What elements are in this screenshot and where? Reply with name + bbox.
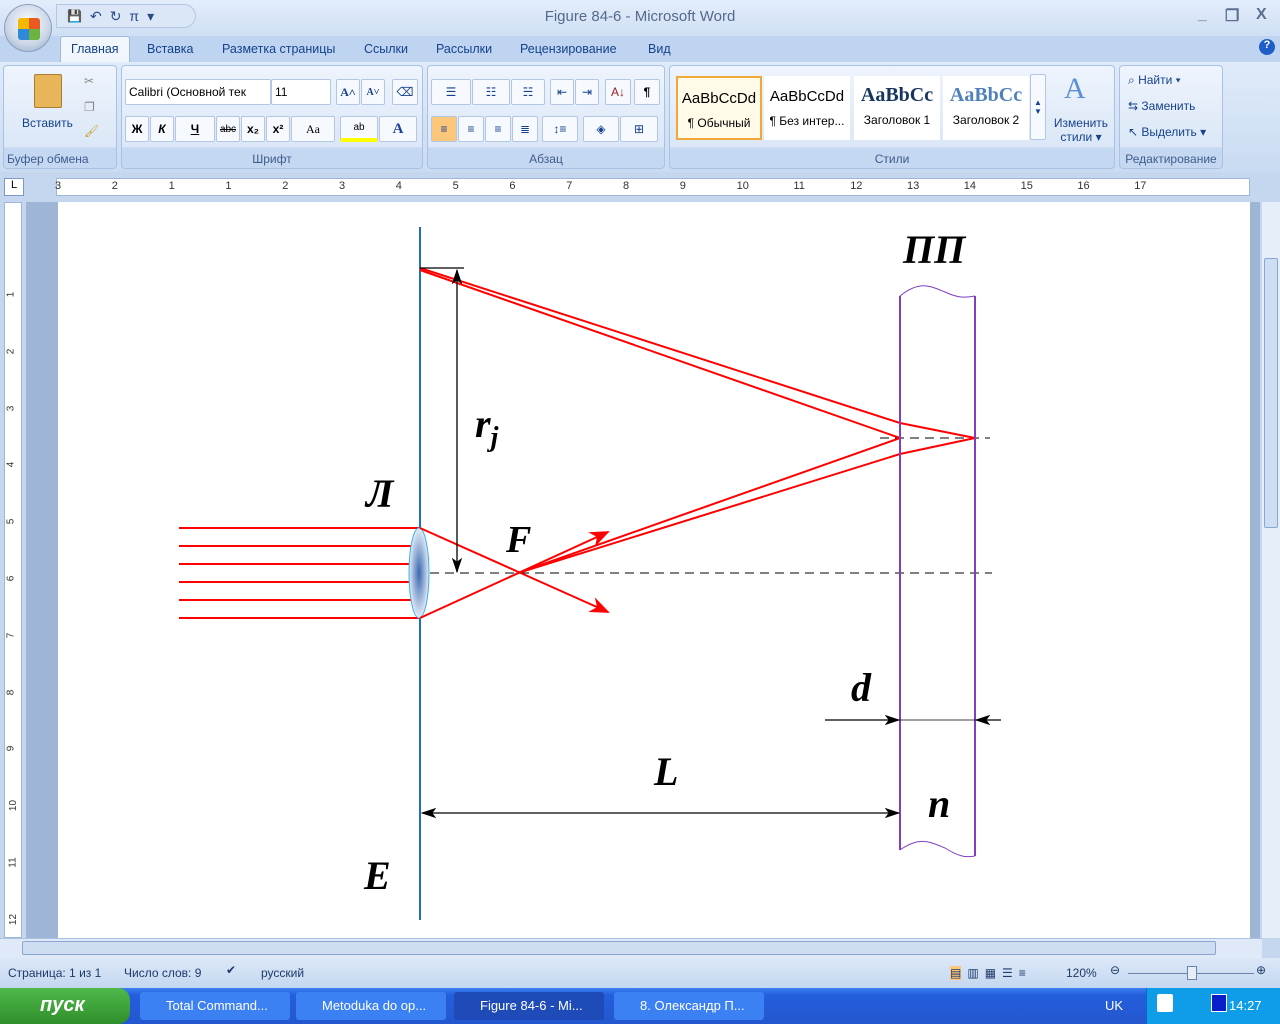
- tray-media-icon[interactable]: [1211, 994, 1227, 1012]
- zoom-out-icon[interactable]: ⊖: [1110, 963, 1120, 977]
- plane-label: E: [364, 853, 391, 898]
- focus-label: F: [506, 519, 532, 561]
- office-logo-icon: [18, 18, 40, 40]
- web-view-icon[interactable]: ▦: [985, 966, 996, 980]
- screen-label: ПП: [903, 227, 966, 272]
- lens: [408, 527, 430, 619]
- thickness-label: d: [851, 665, 871, 710]
- task-oleksandr[interactable]: 8. Олександр П...: [614, 992, 764, 1020]
- input-language[interactable]: UK: [1105, 998, 1123, 1013]
- plate: [899, 285, 976, 858]
- taskbar: пуск Total Command... Metoduka do op... …: [0, 988, 1280, 1024]
- status-bar: Страница: 1 из 1 Число слов: 9 ✔ русский…: [0, 958, 1280, 988]
- language[interactable]: русский: [261, 966, 304, 980]
- draft-view-icon[interactable]: ≡: [1019, 966, 1026, 980]
- task-figure-word[interactable]: Figure 84-6 - Mi...: [454, 992, 604, 1020]
- tray-app-icon[interactable]: [1157, 994, 1173, 1012]
- zoom-in-icon[interactable]: ⊕: [1256, 963, 1266, 977]
- radius-label: rj: [475, 401, 499, 453]
- system-tray: 14:27: [1146, 988, 1280, 1024]
- optics-diagram: [179, 227, 1001, 920]
- word-count[interactable]: Число слов: 9: [124, 966, 201, 980]
- lens-label: Л: [366, 471, 394, 516]
- incident-rays: [179, 527, 420, 619]
- distance-label: L: [654, 749, 679, 794]
- proofing-icon[interactable]: ✔: [226, 963, 236, 977]
- index-label: n: [928, 781, 951, 826]
- vertical-scroll-thumb[interactable]: [1264, 258, 1278, 528]
- zoom-slider-thumb[interactable]: [1187, 966, 1197, 980]
- horizontal-scrollbar[interactable]: [0, 938, 1262, 958]
- horizontal-scroll-thumb[interactable]: [22, 941, 1216, 955]
- page-count[interactable]: Страница: 1 из 1: [8, 966, 101, 980]
- vertical-scrollbar[interactable]: [1262, 202, 1280, 938]
- clock: 14:27: [1229, 998, 1262, 1013]
- task-metoduka[interactable]: Metoduka do op...: [296, 992, 446, 1020]
- office-button[interactable]: [4, 4, 52, 52]
- zoom-level[interactable]: 120%: [1066, 966, 1097, 980]
- outline-view-icon[interactable]: ☰: [1002, 966, 1013, 980]
- reading-view-icon[interactable]: ▥: [967, 966, 978, 980]
- start-button[interactable]: пуск: [0, 988, 130, 1024]
- view-buttons: ▤ ▥ ▦ ☰ ≡: [946, 962, 1058, 984]
- refracted-rays: [419, 267, 976, 619]
- task-total-commander[interactable]: Total Command...: [140, 992, 290, 1020]
- print-layout-view-icon[interactable]: ▤: [950, 966, 962, 980]
